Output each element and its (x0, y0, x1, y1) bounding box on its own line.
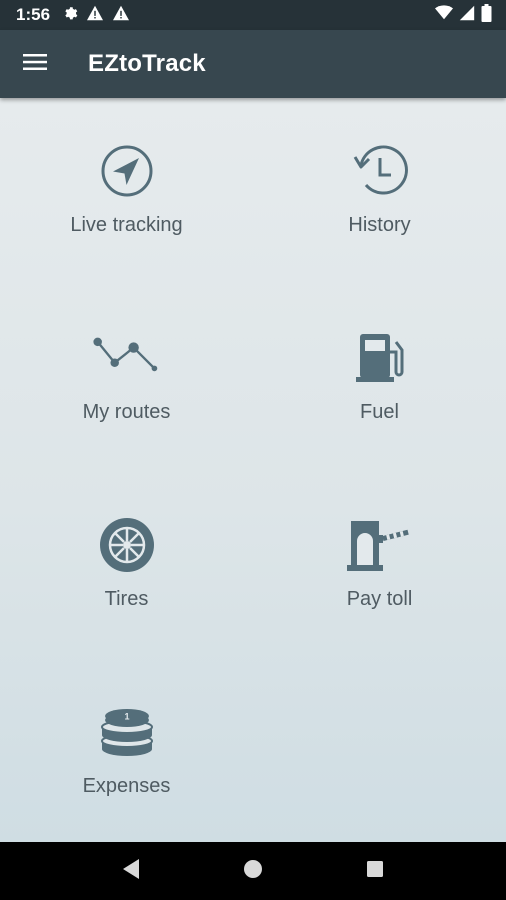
tire-icon (92, 510, 162, 580)
menu-item-fuel[interactable]: Fuel (253, 285, 506, 472)
status-time: 1:56 (16, 5, 51, 24)
menu-item-expenses[interactable]: 1 Expenses (0, 659, 253, 846)
menu-item-label: Pay toll (346, 588, 413, 610)
menu-item-live-tracking[interactable]: Live tracking (0, 98, 253, 285)
toll-booth-icon (345, 510, 415, 580)
home-icon (243, 859, 263, 884)
menu-button[interactable] (0, 30, 70, 98)
history-clock-icon (345, 136, 415, 206)
fuel-pump-icon (345, 323, 415, 393)
status-bar: 1:56 (0, 0, 506, 30)
menu-item-label: History (348, 214, 411, 236)
menu-item-history[interactable]: History (253, 98, 506, 285)
signal-icon (459, 5, 475, 26)
status-icons-right (435, 3, 492, 27)
status-icons-left (62, 5, 130, 26)
menu-item-my-routes[interactable]: My routes (0, 285, 253, 472)
menu-item-tires[interactable]: Tires (0, 472, 253, 659)
navigation-arrow-icon (92, 136, 162, 206)
wifi-icon (435, 5, 453, 25)
app-bar: EZtoTrack (0, 30, 506, 98)
back-icon (121, 858, 141, 885)
routes-icon (92, 323, 162, 393)
warning-icon (86, 5, 104, 26)
recents-button[interactable] (345, 842, 405, 900)
hamburger-menu-icon (23, 53, 47, 76)
coins-icon: 1 (92, 697, 162, 767)
main-menu-grid: Live tracking History My routes Fuel Tir… (0, 98, 506, 842)
system-navigation-bar (0, 842, 506, 900)
menu-item-label: Tires (104, 588, 149, 610)
app-title: EZtoTrack (88, 50, 206, 77)
recents-icon (366, 860, 384, 883)
back-button[interactable] (101, 842, 161, 900)
battery-icon (481, 3, 492, 27)
menu-item-label: Live tracking (70, 214, 183, 236)
home-button[interactable] (223, 842, 283, 900)
warning-icon (112, 5, 130, 26)
gear-icon (62, 5, 78, 26)
svg-text:1: 1 (124, 712, 129, 722)
menu-item-label: Fuel (360, 401, 399, 423)
menu-item-label: Expenses (82, 775, 171, 797)
menu-item-label: My routes (82, 401, 171, 423)
menu-item-pay-toll[interactable]: Pay toll (253, 472, 506, 659)
